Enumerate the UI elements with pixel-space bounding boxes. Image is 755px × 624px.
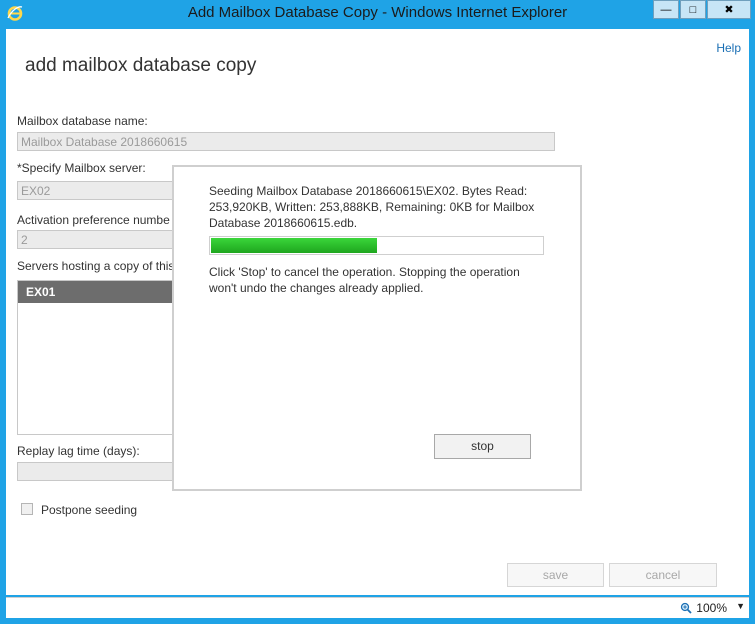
browser-window: Add Mailbox Database Copy - Windows Inte… (0, 0, 755, 624)
server-field[interactable]: EX02 (17, 181, 177, 200)
server-label: *Specify Mailbox server: (17, 161, 146, 175)
stop-button[interactable]: stop (434, 434, 531, 459)
db-name-field: Mailbox Database 2018660615 (17, 132, 555, 151)
magnifier-icon (681, 602, 692, 614)
postpone-seeding-label: Postpone seeding (41, 503, 138, 517)
help-link[interactable]: Help (716, 41, 741, 55)
stop-note-text: Click 'Stop' to cancel the operation. St… (209, 265, 520, 295)
zoom-level: 100% (696, 601, 727, 615)
activation-label: Activation preference numbe (17, 213, 170, 227)
status-bar: 100% ▼ (6, 597, 749, 618)
replay-lag-label: Replay lag time (days): (17, 444, 140, 458)
save-button[interactable]: save (507, 563, 604, 587)
cancel-button[interactable]: cancel (609, 563, 717, 587)
seeding-progress-bar (209, 236, 544, 255)
close-button[interactable]: ✖ (707, 0, 751, 19)
window-controls: — □ ✖ (652, 0, 751, 20)
seeding-progress-dialog: Seeding Mailbox Database 2018660615\EX02… (172, 165, 582, 491)
servers-hosting-label: Servers hosting a copy of this (17, 259, 175, 273)
replay-lag-field[interactable] (17, 462, 177, 481)
title-bar: Add Mailbox Database Copy - Windows Inte… (0, 0, 755, 26)
seeding-status-text: Seeding Mailbox Database 2018660615\EX02… (209, 184, 535, 230)
zoom-control[interactable]: 100% (680, 601, 727, 615)
activation-field[interactable]: 2 (17, 230, 177, 249)
db-name-label: Mailbox database name: (17, 114, 148, 128)
list-item[interactable]: EX01 (18, 281, 176, 303)
window-title: Add Mailbox Database Copy - Windows Inte… (187, 4, 568, 21)
progress-fill (211, 238, 377, 253)
servers-hosting-list[interactable]: EX01 (17, 280, 177, 435)
postpone-seeding-checkbox[interactable] (21, 503, 33, 515)
maximize-button[interactable]: □ (680, 0, 706, 19)
chevron-down-icon[interactable]: ▼ (736, 601, 745, 611)
page-title: add mailbox database copy (25, 55, 257, 76)
minimize-button[interactable]: — (653, 0, 679, 19)
